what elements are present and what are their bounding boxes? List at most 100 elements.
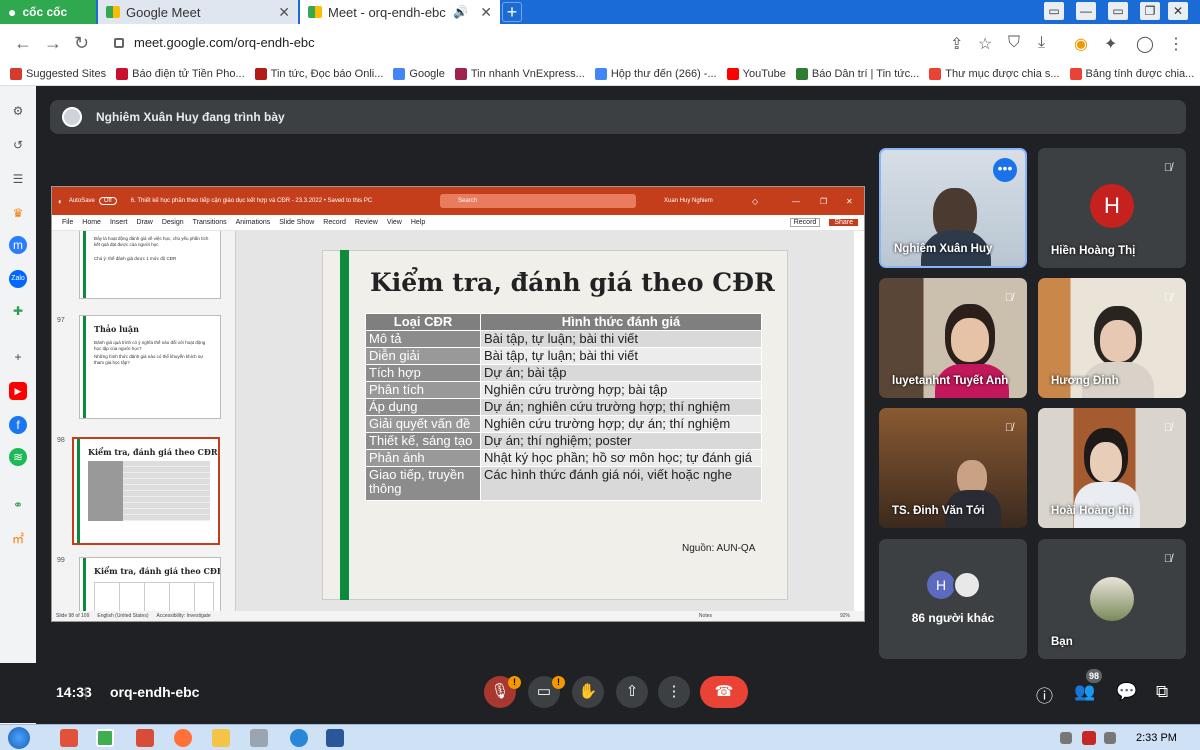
participant-tile[interactable]: 🎙̸ TS. Đinh Văn Tới — [879, 408, 1027, 528]
new-tab-button[interactable]: + — [502, 2, 522, 22]
ribbon-tab-view[interactable]: View — [387, 219, 402, 226]
zoom-level[interactable]: 92% — [840, 613, 850, 619]
bookmark-inbox[interactable]: Hộp thư đến (266) -... — [594, 67, 717, 80]
lock-icon[interactable] — [114, 38, 124, 48]
forward-icon[interactable]: → — [44, 33, 62, 54]
taskbar-app-icon[interactable] — [250, 729, 268, 747]
profile-icon[interactable]: ◯ — [1136, 34, 1154, 54]
ribbon-tab-design[interactable]: Design — [162, 219, 184, 226]
tab-google-meet[interactable]: Google Meet ✕ — [98, 0, 298, 24]
raise-hand-button[interactable]: ✋ — [572, 676, 604, 708]
crown-icon[interactable]: ♛ — [9, 204, 27, 222]
vietkey-icon[interactable] — [1082, 731, 1096, 745]
bookmark-tienphong[interactable]: Báo điện tử Tiền Pho... — [116, 67, 245, 80]
participant-tile[interactable]: 🎙̸ Hương Đinh — [1038, 278, 1186, 398]
close-window-button[interactable]: ✕ — [1168, 2, 1188, 20]
zalo-icon[interactable]: Zalo — [9, 270, 27, 288]
speaker-icon[interactable]: 🔊 — [453, 5, 468, 19]
ribbon-tab-help[interactable]: Help — [411, 219, 425, 226]
slide-thumbnail[interactable]: Kiểm tra, đánh giá theo CĐR — [79, 557, 221, 611]
notes-button[interactable]: Notes — [699, 613, 712, 619]
minimize-button[interactable]: — — [1076, 2, 1096, 20]
leave-call-button[interactable]: ☎ — [700, 676, 748, 708]
bookmark-suggested-sites[interactable]: Suggested Sites — [10, 67, 106, 80]
volume-icon[interactable] — [1104, 732, 1116, 744]
taskbar-app-icon[interactable] — [60, 729, 78, 747]
autosave-toggle[interactable]: Off — [98, 197, 117, 205]
menu-icon[interactable]: ⋮ — [1168, 34, 1184, 54]
ppt-search-box[interactable]: Search — [440, 194, 636, 208]
share-button[interactable]: Share — [829, 219, 858, 226]
ribbon-tab-animations[interactable]: Animations — [236, 219, 271, 226]
youtube-icon[interactable]: ▶ — [9, 382, 27, 400]
ribbon-tab-file[interactable]: File — [62, 219, 73, 226]
url-field[interactable]: meet.google.com/orq-endh-ebc — [104, 30, 944, 56]
ribbon-tab-transitions[interactable]: Transitions — [193, 219, 227, 226]
taskbar-app-icon[interactable] — [136, 729, 154, 747]
ribbon-tab-slideshow[interactable]: Slide Show — [279, 219, 314, 226]
spotify-icon[interactable]: ≋ — [9, 448, 27, 466]
status-accessibility[interactable]: Accessibility: Investigate — [157, 613, 211, 619]
taskbar-firefox-icon[interactable] — [174, 729, 192, 747]
minimize-icon[interactable]: — — [792, 197, 800, 206]
participant-tile[interactable]: 🎙̸ Hoài Hoàng thị — [1038, 408, 1186, 528]
shield-icon[interactable]: ⛉ — [1008, 34, 1020, 52]
bookmark-google[interactable]: Google — [393, 67, 445, 80]
add-icon[interactable]: + — [9, 348, 27, 366]
share-icon[interactable]: ⇪ — [950, 34, 963, 54]
bookmark-shared-folder[interactable]: Thư mục được chia s... — [929, 67, 1060, 80]
gear-icon[interactable]: ⚙ — [9, 102, 27, 120]
start-button[interactable] — [8, 727, 30, 749]
ribbon-tab-home[interactable]: Home — [82, 219, 101, 226]
download-icon[interactable]: ⤓ — [1038, 34, 1045, 52]
present-button[interactable]: ⇧ — [616, 676, 648, 708]
slide-thumbnail-selected[interactable]: Kiểm tra, đánh giá theo CĐR — [72, 437, 220, 545]
coccoc-logo[interactable]: ● cốc cốc — [0, 0, 96, 24]
bookmark-vnexpress[interactable]: Tin nhanh VnExpress... — [454, 67, 585, 80]
info-icon[interactable]: ⓘ — [1036, 682, 1053, 707]
close-tab-icon[interactable]: ✕ — [278, 4, 290, 21]
bookmark-news[interactable]: Tin tức, Đọc báo Onli... — [254, 67, 383, 80]
ribbon-tab-review[interactable]: Review — [355, 219, 378, 226]
participant-tile[interactable]: ••• Nghiêm Xuân Huy — [879, 148, 1027, 268]
taskbar-folder-icon[interactable] — [212, 729, 230, 747]
reload-icon[interactable]: ↻ — [74, 33, 89, 54]
bookmark-youtube[interactable]: YouTube — [726, 67, 786, 80]
restore-button[interactable]: ▭ — [1108, 2, 1128, 20]
ribbon-tab-record[interactable]: Record — [323, 219, 346, 226]
coccoc-extension-icon[interactable]: ◉ — [1074, 34, 1088, 54]
record-button[interactable]: Record — [789, 218, 821, 227]
facebook-icon[interactable]: f — [9, 416, 27, 434]
star-icon[interactable]: ☆ — [978, 34, 992, 54]
taskbar-coccoc-icon[interactable] — [96, 729, 114, 747]
network-icon[interactable] — [1060, 732, 1072, 744]
shop-icon[interactable]: ㎡ — [9, 530, 27, 548]
close-tab-icon[interactable]: ✕ — [480, 4, 492, 21]
participant-tile[interactable]: 🎙̸ luyetanhnt Tuyết Anh — [879, 278, 1027, 398]
more-options-button[interactable]: ⋮ — [658, 676, 690, 708]
maximize-button[interactable]: ❐ — [1140, 2, 1160, 20]
participant-tile[interactable]: H 🎙̸ Hiền Hoàng Thị — [1038, 148, 1186, 268]
slide-thumbnail[interactable]: Thảo luận Đánh giá quá trình có ý nghĩa … — [79, 315, 221, 419]
diamond-icon[interactable]: ◇ — [752, 197, 758, 206]
taskbar-word-icon[interactable] — [326, 729, 344, 747]
ribbon-tab-draw[interactable]: Draw — [136, 219, 152, 226]
taskbar-ie-icon[interactable] — [290, 729, 308, 747]
game-icon[interactable]: ✚ — [9, 302, 27, 320]
more-options-icon[interactable]: ••• — [993, 158, 1017, 182]
history-icon[interactable]: ↺ — [9, 136, 27, 154]
close-icon[interactable]: ✕ — [846, 197, 853, 206]
chat-icon[interactable]: 💬 — [1116, 682, 1137, 702]
extension-icon[interactable]: ⚭ — [9, 496, 27, 514]
bookmark-shared-sheet[interactable]: Bảng tính được chia... — [1069, 67, 1194, 80]
people-icon[interactable]: 👥 — [1074, 682, 1095, 702]
bookmark-dantri[interactable]: Báo Dân trí | Tin tức... — [795, 67, 919, 80]
ribbon-tab-insert[interactable]: Insert — [110, 219, 128, 226]
extensions-icon[interactable]: ✦ — [1104, 34, 1117, 54]
participant-tile-self[interactable]: 🎙̸ Bạn — [1038, 539, 1186, 659]
restore-icon[interactable]: ❐ — [820, 197, 827, 206]
back-icon[interactable]: ← — [14, 33, 32, 54]
participant-tile-others[interactable]: H 86 người khác — [879, 539, 1027, 659]
messenger-icon[interactable]: m — [9, 236, 27, 254]
list-icon[interactable]: ☰ — [9, 170, 27, 188]
